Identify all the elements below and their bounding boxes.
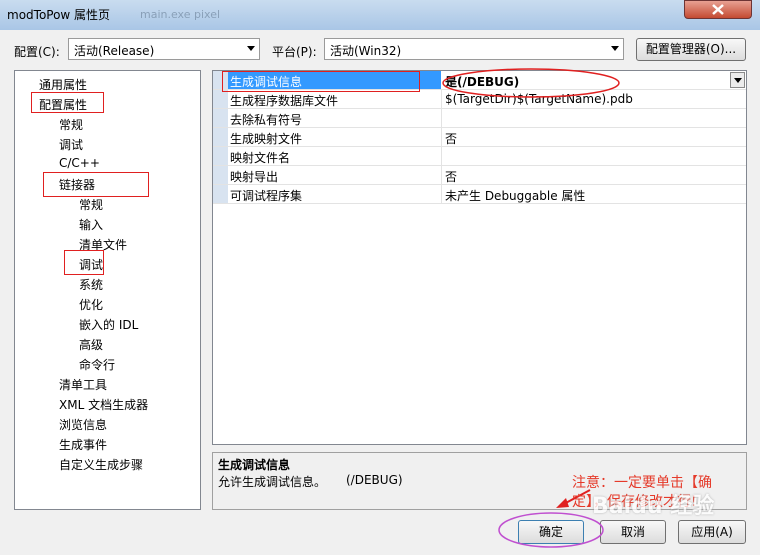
highlight-ok-ellipse [498,512,604,548]
highlight-value-ellipse [442,68,620,98]
watermark-logo: Baidu 经验 [592,494,715,519]
arrowhead-icon [556,498,569,508]
